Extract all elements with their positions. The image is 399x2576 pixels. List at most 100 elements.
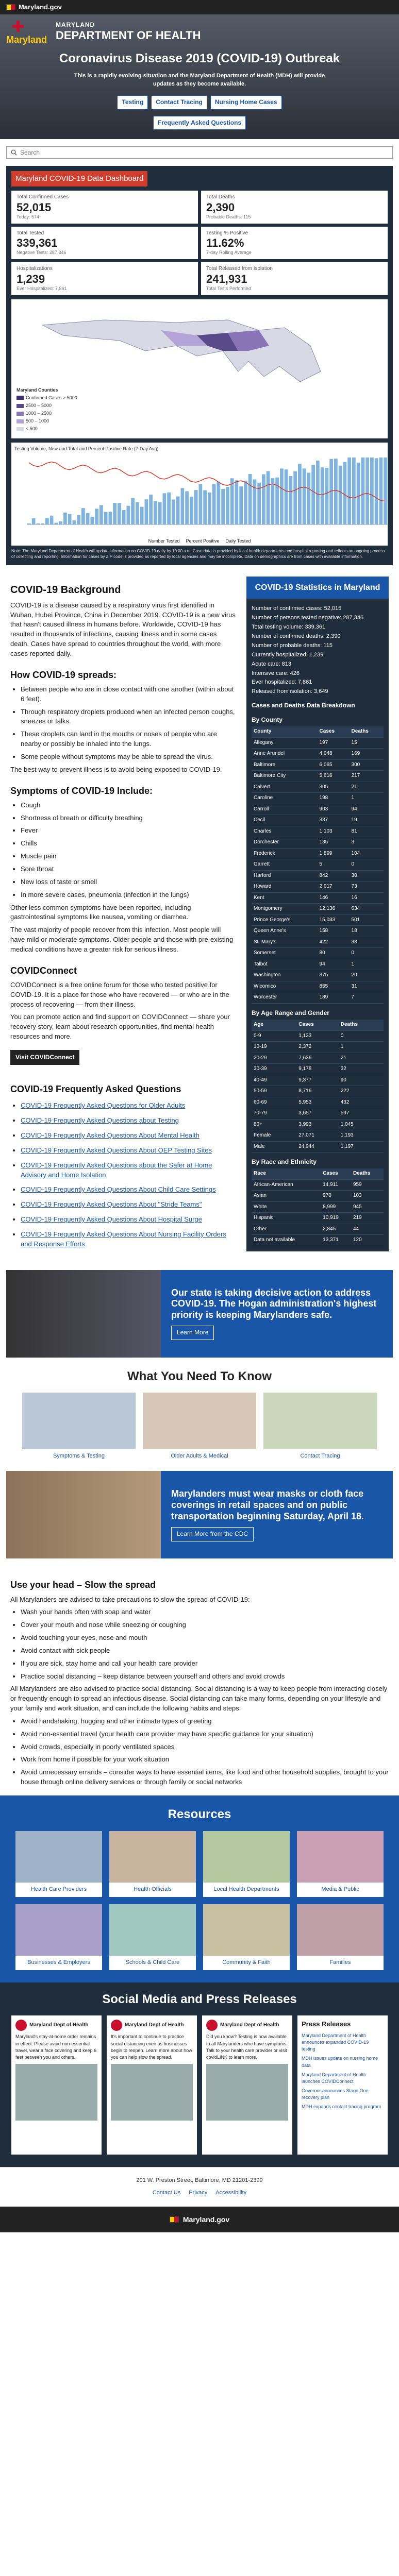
accessibility-link[interactable]: Accessibility <box>215 2189 246 2197</box>
dashboard-header: Maryland COVID-19 Data Dashboard <box>11 171 148 187</box>
table-row: Hispanic 10,919 219 <box>252 1212 384 1224</box>
chart-bar <box>248 474 252 525</box>
resource-card[interactable]: Health Care Providers <box>15 1831 102 1897</box>
faq-link[interactable]: COVID-19 Frequently Asked Questions Abou… <box>21 1215 202 1223</box>
press-link[interactable]: Maryland Department of Health launches C… <box>302 2072 366 2084</box>
list-item: Fever <box>21 826 237 836</box>
table-row: 70-79 3,657 597 <box>252 1108 384 1120</box>
testing-button[interactable]: Testing <box>117 95 148 110</box>
maryland-gov-link[interactable]: Maryland.gov <box>19 3 62 12</box>
chart-bar <box>338 465 342 525</box>
press-link[interactable]: MDH issues update on nursing home data <box>302 2056 378 2067</box>
chart-title: Testing Volume, New and Total and Percen… <box>14 446 159 452</box>
chart-bar <box>365 457 369 525</box>
tweet-card[interactable]: Maryland Dept of Health It's important t… <box>107 2015 197 2155</box>
mdh-logo[interactable]: Maryland MARYLAND DEPARTMENT OF HEALTH <box>6 14 393 47</box>
table-row: Allegany 197 15 <box>252 737 384 749</box>
visit-covidconnect-button[interactable]: Visit COVIDConnect <box>10 1049 80 1065</box>
race-table: Race Cases Deaths African-American 14,911 95… <box>252 1168 384 1246</box>
list-item: If you are sick, stay home and call your… <box>21 1659 389 1669</box>
list-item: Avoid contact with sick people <box>21 1646 389 1656</box>
resource-card[interactable]: Schools & Child Care <box>109 1904 196 1970</box>
table-row: Dorchester 135 3 <box>252 837 384 849</box>
know-card-older-adults[interactable]: Older Adults & Medical <box>143 1393 256 1461</box>
chart-bar <box>230 478 234 525</box>
faq-link[interactable]: COVID-19 Frequently Asked Questions abou… <box>21 1161 212 1179</box>
resource-card[interactable]: Community & Faith <box>203 1904 290 1970</box>
faq-link[interactable]: COVID-19 Frequently Asked Questions for … <box>21 1101 185 1109</box>
tweet-card[interactable]: Maryland Dept of Health Maryland's stay-… <box>11 2015 102 2155</box>
stat-line: Currently hospitalized: 1,239 <box>252 651 324 658</box>
press-link[interactable]: Maryland Department of Health announces … <box>302 2033 369 2052</box>
table-row: Washington 375 20 <box>252 970 384 981</box>
press-link[interactable]: MDH expands contact tracing program <box>302 2104 381 2109</box>
maryland-map-icon <box>42 319 321 382</box>
maryland-gov-footer-link[interactable]: Maryland.gov <box>183 2214 229 2225</box>
hero-buttons: Testing Contact Tracing Nursing Home Cas… <box>6 95 393 130</box>
symptoms-list: Cough Shortness of breath or difficulty … <box>21 801 237 900</box>
table-row: 0-9 1,133 0 <box>252 1030 384 1042</box>
chart-bar <box>113 503 117 525</box>
chart-bar <box>81 508 85 525</box>
chart-bar <box>334 459 338 525</box>
table-row: 40-49 9,377 90 <box>252 1075 384 1087</box>
chart-bar <box>293 471 297 525</box>
resource-card[interactable]: Businesses & Employers <box>15 1904 102 1970</box>
brand-big: DEPARTMENT OF HEALTH <box>56 28 201 42</box>
chart-bar <box>320 467 324 525</box>
dashboard-note: Note: The Maryland Department of Health … <box>11 549 385 559</box>
know-card-contact-tracing[interactable]: Contact Tracing <box>263 1393 377 1461</box>
table-row: Kent 146 16 <box>252 892 384 904</box>
card-image <box>15 1904 102 1956</box>
resource-card[interactable]: Health Officials <box>109 1831 196 1897</box>
slow-heading: Use your head – Slow the spread <box>10 1580 156 1590</box>
faq-link[interactable]: COVID-19 Frequently Asked Questions Abou… <box>21 1146 212 1154</box>
search-input[interactable] <box>20 149 388 157</box>
learn-more-cdc-button[interactable]: Learn More from the CDC <box>171 1527 254 1541</box>
data-dashboard: Maryland COVID-19 Data Dashboard Total C… <box>6 166 393 565</box>
nursing-home-cases-button[interactable]: Nursing Home Cases <box>210 95 282 110</box>
chart-bar <box>239 486 243 525</box>
spread-list: Between people who are in close contact … <box>21 685 237 762</box>
resource-card[interactable]: Families <box>297 1904 384 1970</box>
chart-bar <box>185 491 189 525</box>
stat-released: Total Released from Isolation 241,931 Tota… <box>201 262 388 296</box>
chart-bar <box>384 457 387 525</box>
stat-deaths: Total Deaths 2,390 Probable Deaths: 115 <box>201 191 388 224</box>
faq-button[interactable]: Frequently Asked Questions <box>153 115 246 130</box>
stat-line: Number of persons tested negative: 287,3… <box>252 614 364 621</box>
chart-bar <box>370 457 374 525</box>
faq-link[interactable]: COVID-19 Frequently Asked Questions Abou… <box>21 1230 226 1248</box>
chart-bar <box>126 505 130 525</box>
table-row: 20-29 7,636 21 <box>252 1053 384 1064</box>
list-item: Chills <box>21 839 237 849</box>
know-card-symptoms[interactable]: Symptoms & Testing <box>22 1393 136 1461</box>
resource-card[interactable]: Media & Public <box>297 1831 384 1897</box>
background-heading: COVID-19 Background <box>10 584 121 596</box>
resource-card[interactable]: Local Health Departments <box>203 1831 290 1897</box>
slow-intro: All Marylanders are advised to take prec… <box>10 1595 250 1603</box>
chart-bar <box>149 495 153 525</box>
table-row: Asian 970 103 <box>252 1190 384 1202</box>
table-row: African-American 14,911 959 <box>252 1179 384 1191</box>
covidconnect-heading: COVIDConnect <box>10 965 77 976</box>
faq-list: COVID-19 Frequently Asked Questions for … <box>21 1101 237 1249</box>
faq-link[interactable]: COVID-19 Frequently Asked Questions abou… <box>21 1116 179 1124</box>
chart-bar <box>289 476 293 525</box>
table-row: Caroline 198 1 <box>252 792 384 804</box>
chart-bar <box>253 479 257 525</box>
press-link[interactable]: Governor announces Stage One recovery pl… <box>302 2088 369 2100</box>
footer-address: 201 W. Preston Street, Baltimore, MD 212… <box>136 2177 263 2184</box>
learn-more-button[interactable]: Learn More <box>171 1326 214 1340</box>
privacy-link[interactable]: Privacy <box>189 2189 207 2197</box>
chart-bar <box>221 489 225 525</box>
county-map[interactable]: Maryland Counties Confirmed Cases > 5000… <box>11 299 388 439</box>
chart-bar <box>266 471 270 525</box>
faq-link[interactable]: COVID-19 Frequently Asked Questions Abou… <box>21 1200 202 1208</box>
stat-percent-positive: Testing % Positive 11.62% 7-day Rolling Av… <box>201 226 388 260</box>
tweet-card[interactable]: Maryland Dept of Health Did you know? Te… <box>202 2015 292 2155</box>
faq-link[interactable]: COVID-19 Frequently Asked Questions Abou… <box>21 1185 216 1193</box>
contact-tracing-button[interactable]: Contact Tracing <box>151 95 207 110</box>
contact-us-link[interactable]: Contact Us <box>153 2189 180 2197</box>
faq-link[interactable]: COVID-19 Frequently Asked Questions Abou… <box>21 1131 200 1139</box>
